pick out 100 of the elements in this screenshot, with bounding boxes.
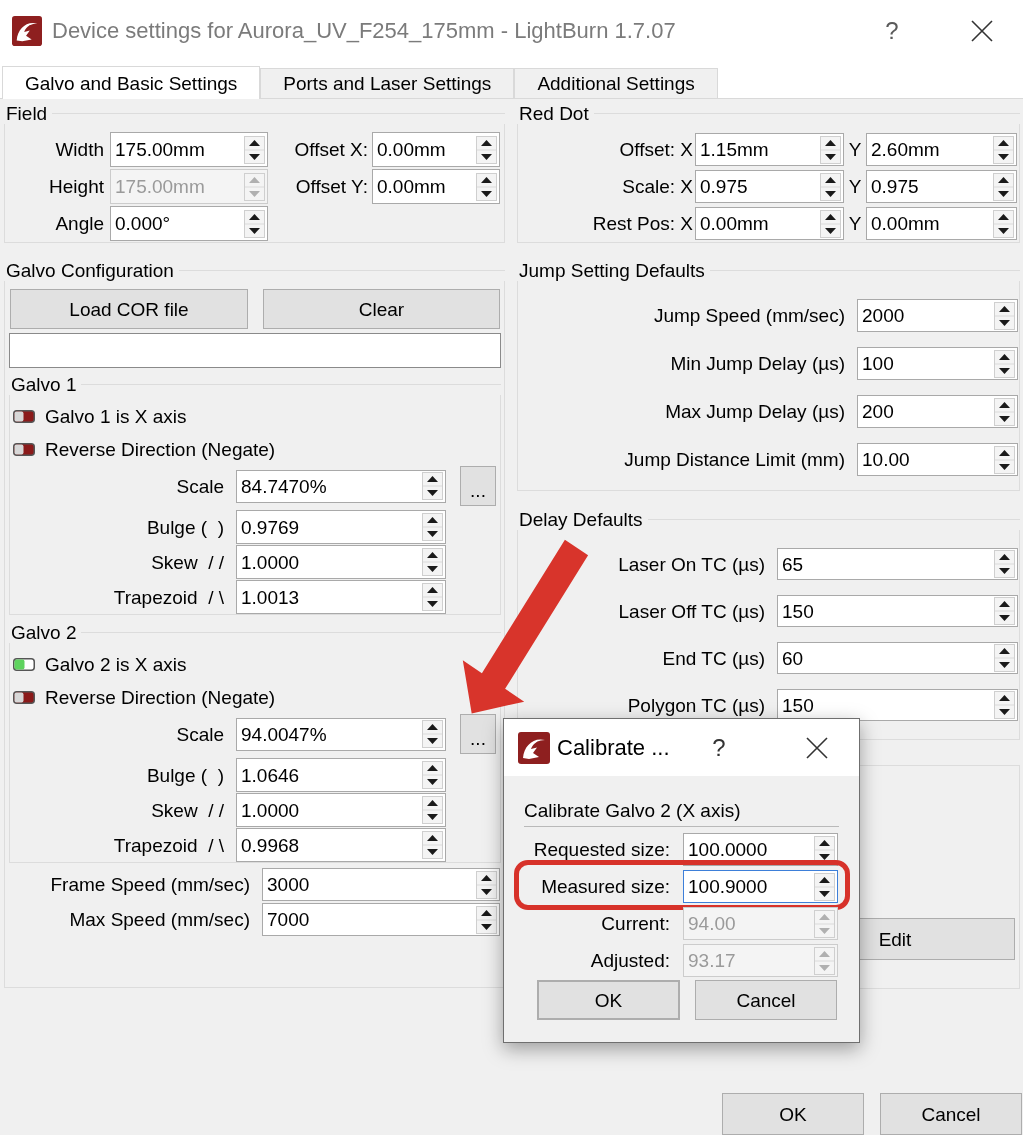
spin-arrows-icon[interactable] (476, 905, 497, 934)
dialog-title: Calibrate ... (557, 736, 670, 759)
field-label: Laser Off TC (µs) (618, 601, 765, 621)
spin-field[interactable]: 1.0000 (236, 545, 446, 579)
spin-arrows-icon[interactable] (476, 870, 497, 899)
field-label: Height (49, 177, 104, 196)
calibrate-button[interactable]: ... (460, 714, 496, 754)
toggle-switch[interactable]: Galvo 1 is X axis (10, 400, 187, 433)
field-label: Jump Speed (mm/sec) (653, 306, 845, 325)
field-label: Skew / / (151, 552, 224, 572)
spin-field[interactable]: 100 (857, 347, 1018, 380)
field-label: Rest Pos: X (592, 214, 693, 233)
spin-arrows-icon[interactable] (814, 872, 835, 901)
file-path-field[interactable] (9, 333, 501, 368)
spin-arrows-icon[interactable] (422, 761, 443, 789)
spin-arrows-icon[interactable] (820, 209, 841, 238)
toggle-switch[interactable]: Reverse Direction (Negate) (10, 433, 276, 466)
spin-field[interactable]: 1.0013 (236, 580, 446, 614)
spin-field[interactable]: 65 (777, 548, 1018, 580)
spin-field[interactable]: 175.00mm (110, 132, 268, 167)
spin-arrows-icon[interactable] (422, 831, 443, 859)
toggle-switch[interactable]: Galvo 2 is X axis (10, 648, 187, 681)
spin-field[interactable]: 84.7470% (236, 469, 446, 503)
spin-arrows-icon[interactable] (476, 135, 497, 164)
spin-arrows-icon[interactable] (994, 397, 1015, 426)
cancel-button[interactable]: Cancel (880, 1093, 1022, 1135)
spin-field[interactable]: 0.975 (695, 170, 844, 203)
field-label: Max Jump Delay (µs) (665, 402, 845, 421)
spin-field[interactable]: 0.975 (866, 170, 1017, 203)
spin-field[interactable]: 100.9000 (683, 870, 838, 903)
field-label: Requested size: (533, 840, 670, 859)
spin-field[interactable]: 7000 (262, 903, 500, 936)
tab[interactable]: Galvo and Basic Settings (2, 66, 261, 99)
spin-arrows-icon[interactable] (820, 172, 841, 201)
toggle-switch[interactable]: Reverse Direction (Negate) (10, 681, 276, 714)
field-label: Laser On TC (µs) (618, 554, 765, 574)
spin-arrows-icon[interactable] (994, 301, 1015, 330)
clear-button[interactable]: Clear (263, 289, 500, 329)
help-button[interactable]: ? (877, 19, 907, 43)
spin-arrows-icon[interactable] (476, 172, 497, 201)
spin-field[interactable]: 1.0646 (236, 758, 446, 792)
spin-field[interactable]: 0.00mm (372, 132, 500, 167)
spin-arrows-icon[interactable] (422, 472, 443, 500)
spin-field[interactable]: 200 (857, 395, 1018, 428)
spin-arrows-icon[interactable] (994, 597, 1015, 625)
spin-field[interactable]: 94.0047% (236, 717, 446, 751)
help-button[interactable]: ? (708, 735, 730, 760)
field-label: Bulge ( ) (146, 517, 224, 537)
spin-field[interactable]: 3000 (262, 868, 500, 901)
tab[interactable]: Additional Settings (514, 68, 718, 98)
spin-field[interactable]: 0.9968 (236, 828, 446, 862)
group-title: Delay Defaults (518, 509, 644, 529)
spin-field[interactable]: 0.000° (110, 206, 268, 241)
spin-field[interactable]: 0.00mm (695, 207, 844, 240)
spin-arrows-icon[interactable] (244, 135, 265, 164)
calibrate-button[interactable]: ... (460, 466, 496, 506)
field-label: Offset Y: (295, 177, 368, 196)
field-label: Scale (176, 724, 224, 744)
spin-field[interactable]: 2.60mm (866, 133, 1017, 166)
spin-field[interactable]: 1.15mm (695, 133, 844, 166)
spin-arrows-icon[interactable] (422, 720, 443, 748)
ok-button[interactable]: OK (537, 980, 680, 1020)
load-file-button[interactable]: Load COR file (10, 289, 248, 329)
field-label: Offset: X (619, 140, 693, 159)
spin-field[interactable]: 60 (777, 642, 1018, 674)
spin-field[interactable]: 150 (777, 595, 1018, 627)
field-label: Width (55, 140, 104, 159)
ok-button[interactable]: OK (722, 1093, 864, 1135)
field-label: Angle (55, 214, 104, 233)
group-title: Jump Setting Defaults (518, 260, 706, 280)
spin-arrows-icon[interactable] (820, 135, 841, 164)
spin-arrows-icon[interactable] (994, 644, 1015, 672)
spin-arrows-icon[interactable] (994, 349, 1015, 378)
spin-field[interactable]: 1.0000 (236, 793, 446, 827)
spin-arrows-icon[interactable] (994, 550, 1015, 578)
spin-field[interactable]: 150 (777, 689, 1018, 721)
tab[interactable]: Ports and Laser Settings (260, 68, 515, 98)
spin-arrows-icon[interactable] (994, 691, 1015, 719)
field-label: Scale: X (622, 177, 693, 196)
spin-arrows-icon[interactable] (994, 445, 1015, 474)
spin-field[interactable]: 0.9769 (236, 510, 446, 544)
field-label: Measured size: (541, 877, 670, 896)
spin-arrows-icon[interactable] (422, 583, 443, 611)
field-label: Min Jump Delay (µs) (670, 354, 845, 373)
spin-field[interactable]: 10.00 (857, 443, 1018, 476)
spin-arrows-icon[interactable] (993, 209, 1014, 238)
cancel-button[interactable]: Cancel (695, 980, 837, 1020)
spin-arrows-icon[interactable] (422, 796, 443, 824)
spin-field[interactable]: 0.00mm (866, 207, 1017, 240)
spin-field[interactable]: 2000 (857, 299, 1018, 332)
close-icon[interactable] (806, 736, 828, 759)
spin-field[interactable]: 0.00mm (372, 169, 500, 204)
spin-arrows-icon[interactable] (244, 209, 265, 238)
spin-arrows-icon[interactable] (422, 548, 443, 576)
spin-arrows-icon[interactable] (422, 513, 443, 541)
field-label: Skew / / (151, 800, 224, 820)
spin-arrows-icon[interactable] (993, 135, 1014, 164)
close-icon[interactable] (971, 20, 993, 42)
spin-arrows-icon[interactable] (993, 172, 1014, 201)
field-label: Trapezoid / \ (113, 835, 224, 855)
